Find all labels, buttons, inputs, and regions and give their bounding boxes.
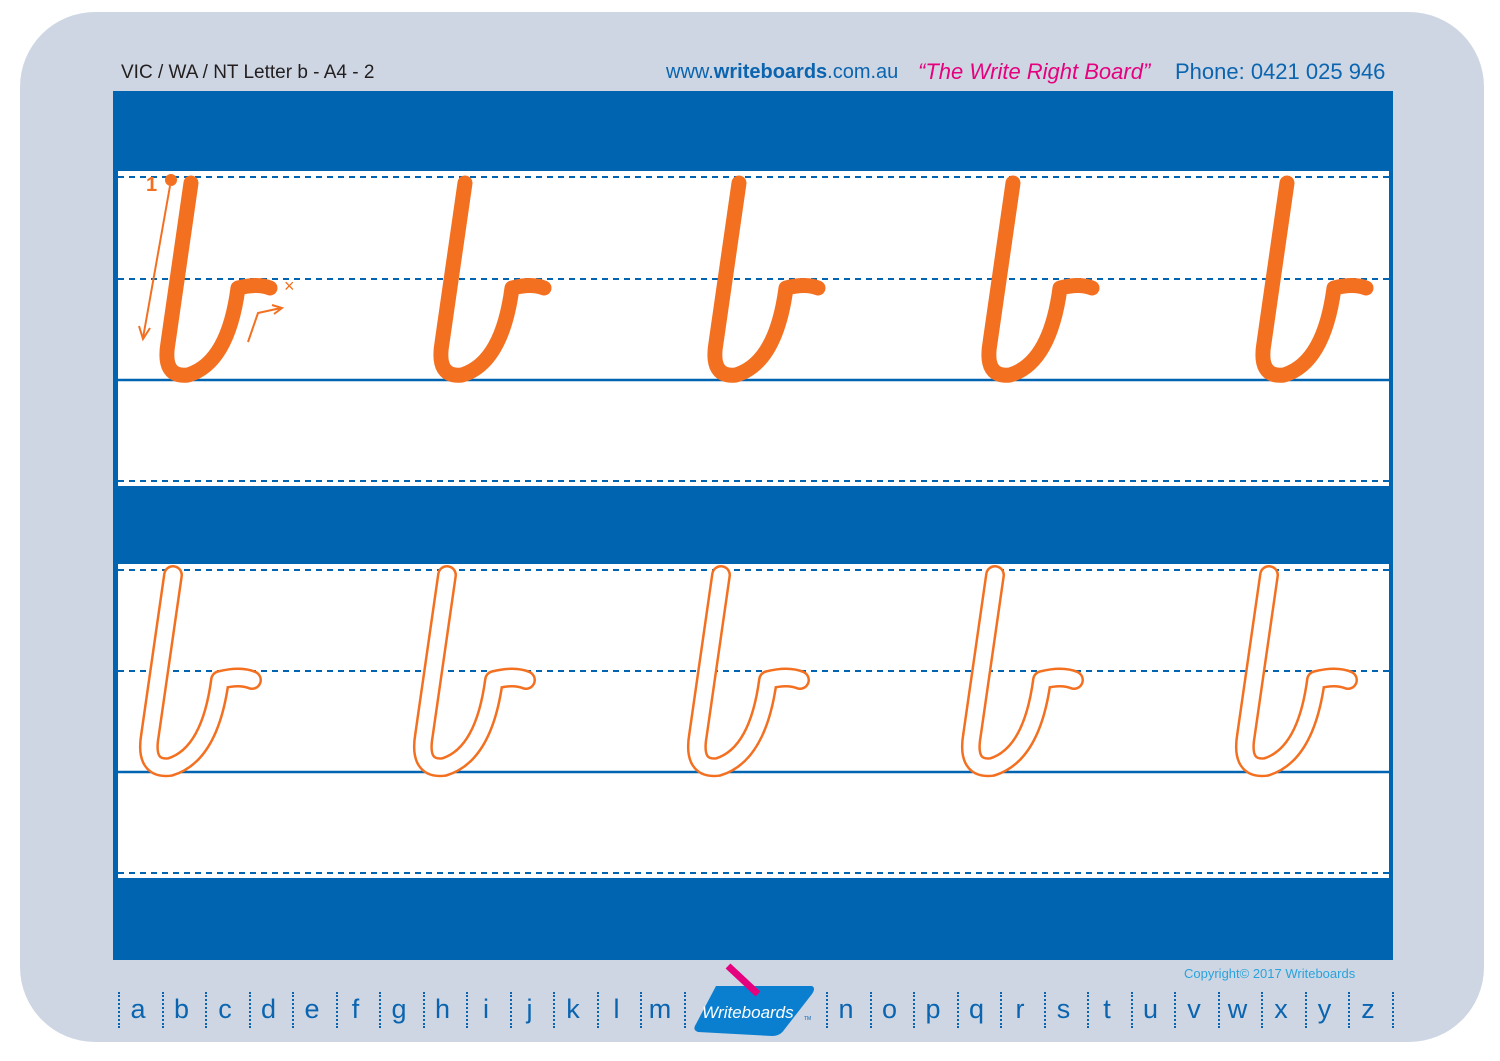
letter-b-set bbox=[149, 183, 1366, 767]
alphabet-letter-a: a bbox=[123, 994, 153, 1025]
alphabet-letter-t: t bbox=[1092, 994, 1122, 1025]
alphabet-letter-f: f bbox=[341, 994, 371, 1025]
letter-separator bbox=[870, 992, 872, 1028]
letter-separator bbox=[1348, 992, 1350, 1028]
letter-separator bbox=[205, 992, 207, 1028]
alphabet-letter-n: n bbox=[831, 994, 861, 1025]
logo-text: Writeboards bbox=[702, 1003, 794, 1022]
letter-separator bbox=[423, 992, 425, 1028]
alphabet-letter-k: k bbox=[558, 994, 588, 1025]
alphabet-letter-q: q bbox=[962, 994, 992, 1025]
letter-separator bbox=[1087, 992, 1089, 1028]
alphabet-letter-j: j bbox=[515, 994, 545, 1025]
letter-separator bbox=[466, 992, 468, 1028]
dashed-guides bbox=[118, 177, 1389, 873]
stroke-direction-guide bbox=[139, 175, 282, 342]
alphabet-letter-y: y bbox=[1310, 994, 1340, 1025]
alphabet-letter-p: p bbox=[918, 994, 948, 1025]
letter-separator bbox=[1044, 992, 1046, 1028]
letter-separator bbox=[597, 992, 599, 1028]
letter-b-solid bbox=[989, 183, 1092, 375]
letter-separator bbox=[1392, 992, 1394, 1028]
letter-separator bbox=[510, 992, 512, 1028]
letter-separator bbox=[249, 992, 251, 1028]
alphabet-letter-v: v bbox=[1179, 994, 1209, 1025]
alphabet-letter-h: h bbox=[428, 994, 458, 1025]
alphabet-letter-c: c bbox=[210, 994, 240, 1025]
alphabet-letter-b: b bbox=[167, 994, 197, 1025]
alphabet-letter-d: d bbox=[254, 994, 284, 1025]
letter-separator bbox=[684, 992, 686, 1028]
alphabet-letter-m: m bbox=[645, 994, 675, 1025]
alphabet-letter-x: x bbox=[1266, 994, 1296, 1025]
letter-separator bbox=[913, 992, 915, 1028]
letter-separator bbox=[826, 992, 828, 1028]
letter-separator bbox=[162, 992, 164, 1028]
letter-separator bbox=[118, 992, 120, 1028]
alphabet-letter-i: i bbox=[471, 994, 501, 1025]
letter-separator bbox=[957, 992, 959, 1028]
letter-separator bbox=[292, 992, 294, 1028]
handwriting-lines: 1 × bbox=[0, 0, 1500, 1061]
letter-separator bbox=[640, 992, 642, 1028]
letter-separator bbox=[553, 992, 555, 1028]
alphabet-letter-e: e bbox=[297, 994, 327, 1025]
writeboards-logo: Writeboards TM bbox=[692, 962, 816, 1040]
alphabet-letter-l: l bbox=[602, 994, 632, 1025]
letter-separator bbox=[1174, 992, 1176, 1028]
alphabet-letter-u: u bbox=[1136, 994, 1166, 1025]
end-mark: × bbox=[284, 276, 295, 296]
letter-separator bbox=[379, 992, 381, 1028]
stroke-number: 1 bbox=[146, 174, 157, 196]
alphabet-letter-o: o bbox=[875, 994, 905, 1025]
letter-separator bbox=[336, 992, 338, 1028]
letter-separator bbox=[1131, 992, 1133, 1028]
alphabet-letter-g: g bbox=[384, 994, 414, 1025]
logo-tm: TM bbox=[804, 1016, 811, 1022]
letter-separator bbox=[1000, 992, 1002, 1028]
letter-b-solid bbox=[1263, 183, 1366, 375]
letter-separator bbox=[1261, 992, 1263, 1028]
copyright: Copyright© 2017 Writeboards bbox=[1184, 966, 1355, 981]
letter-separator bbox=[1305, 992, 1307, 1028]
alphabet-letter-s: s bbox=[1049, 994, 1079, 1025]
alphabet-letter-w: w bbox=[1223, 994, 1253, 1025]
letter-b-solid bbox=[715, 183, 818, 375]
letter-separator bbox=[1218, 992, 1220, 1028]
alphabet-letter-r: r bbox=[1005, 994, 1035, 1025]
alphabet-letter-z: z bbox=[1353, 994, 1383, 1025]
